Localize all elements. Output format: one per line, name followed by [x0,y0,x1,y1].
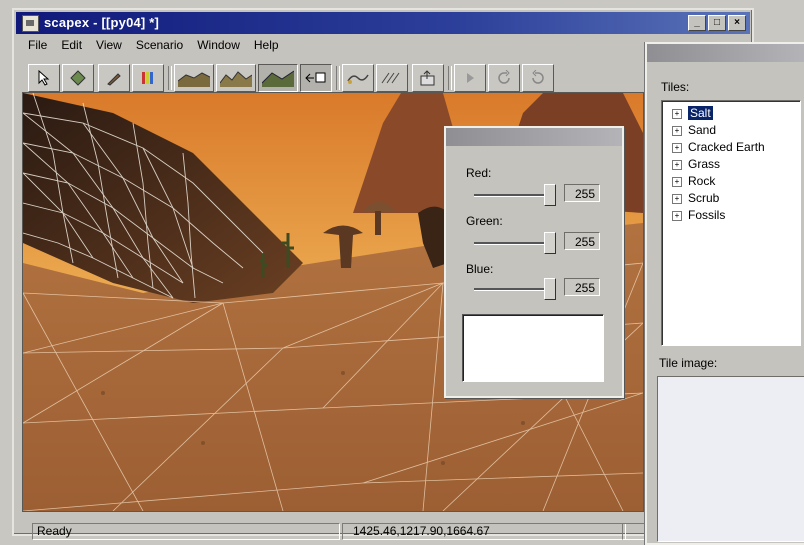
window-title: scapex - [[py04] *] [44,15,160,30]
green-label: Green: [466,214,503,228]
menu-edit[interactable]: Edit [61,38,82,56]
tree-item-grass[interactable]: + Grass [672,156,720,173]
red-value[interactable]: 255 [564,184,600,202]
ripple-icon[interactable] [376,64,408,92]
terrain-flat-icon[interactable] [174,64,214,92]
tree-item-scrub[interactable]: + Scrub [672,190,719,207]
tree-item-cracked-earth[interactable]: + Cracked Earth [672,139,765,156]
tiles-panel-titlebar[interactable] [647,44,804,62]
rotate-ccw-icon[interactable] [522,64,554,92]
terrain-rough-icon[interactable] [216,64,256,92]
expand-icon[interactable]: + [672,160,682,170]
menu-window[interactable]: Window [197,38,240,56]
red-slider-track[interactable] [474,194,554,197]
tree-item-rock[interactable]: + Rock [672,173,715,190]
title-bar[interactable]: scapex - [[py04] *] _ □ × [16,12,750,34]
camera-move-icon[interactable] [300,64,332,92]
tree-item-sand[interactable]: + Sand [672,122,716,139]
brush-icon[interactable] [98,64,130,92]
expand-icon[interactable]: + [672,194,682,204]
color-dialog: Red: 255 Green: 255 Blue: 255 [444,126,624,398]
color-preview [462,314,604,382]
toolbar [28,64,642,94]
tile-image-preview [657,376,804,542]
close-button[interactable]: × [728,15,746,31]
red-slider-thumb[interactable] [544,184,556,206]
rotate-cw-icon[interactable] [488,64,520,92]
palette-icon[interactable] [132,64,164,92]
color-dialog-titlebar[interactable] [446,128,622,146]
maximize-button[interactable]: □ [708,15,726,31]
tree-item-fossils[interactable]: + Fossils [672,207,725,224]
tiles-label: Tiles: [661,80,690,94]
expand-icon[interactable]: + [672,143,682,153]
red-label: Red: [466,166,492,180]
expand-icon[interactable]: + [672,211,682,221]
terrain-texture-icon[interactable] [258,64,298,92]
menu-view[interactable]: View [96,38,122,56]
green-value[interactable]: 255 [564,232,600,250]
blue-slider-track[interactable] [474,288,554,291]
status-text: Ready [32,523,340,540]
menu-file[interactable]: File [28,38,47,56]
menu-help[interactable]: Help [254,38,279,56]
wave-curve-icon[interactable] [342,64,374,92]
coordinate-readout: 1425.46,1217.90,1664.67 [342,523,626,540]
diamond-icon[interactable] [62,64,94,92]
export-icon[interactable] [412,64,444,92]
select-arrow-icon[interactable] [28,64,60,92]
green-slider-track[interactable] [474,242,554,245]
expand-icon[interactable]: + [672,109,682,119]
blue-slider-thumb[interactable] [544,278,556,300]
blue-value[interactable]: 255 [564,278,600,296]
green-slider-thumb[interactable] [544,232,556,254]
tile-image-label: Tile image: [659,356,718,370]
menu-scenario[interactable]: Scenario [136,38,183,56]
play-icon[interactable] [454,64,486,92]
tiles-tree[interactable]: + Salt + Sand + Cracked Earth + Grass + Rock … [661,100,801,346]
tiles-panel: Tiles: + Salt + Sand + Cracked Earth + Grass… [645,42,804,545]
expand-icon[interactable]: + [672,126,682,136]
tree-item-salt[interactable]: + Salt [672,105,713,122]
menu-bar: File Edit View Scenario Window Help [18,38,279,56]
minimize-button[interactable]: _ [688,15,706,31]
app-icon[interactable] [22,15,39,32]
blue-label: Blue: [466,262,494,276]
expand-icon[interactable]: + [672,177,682,187]
